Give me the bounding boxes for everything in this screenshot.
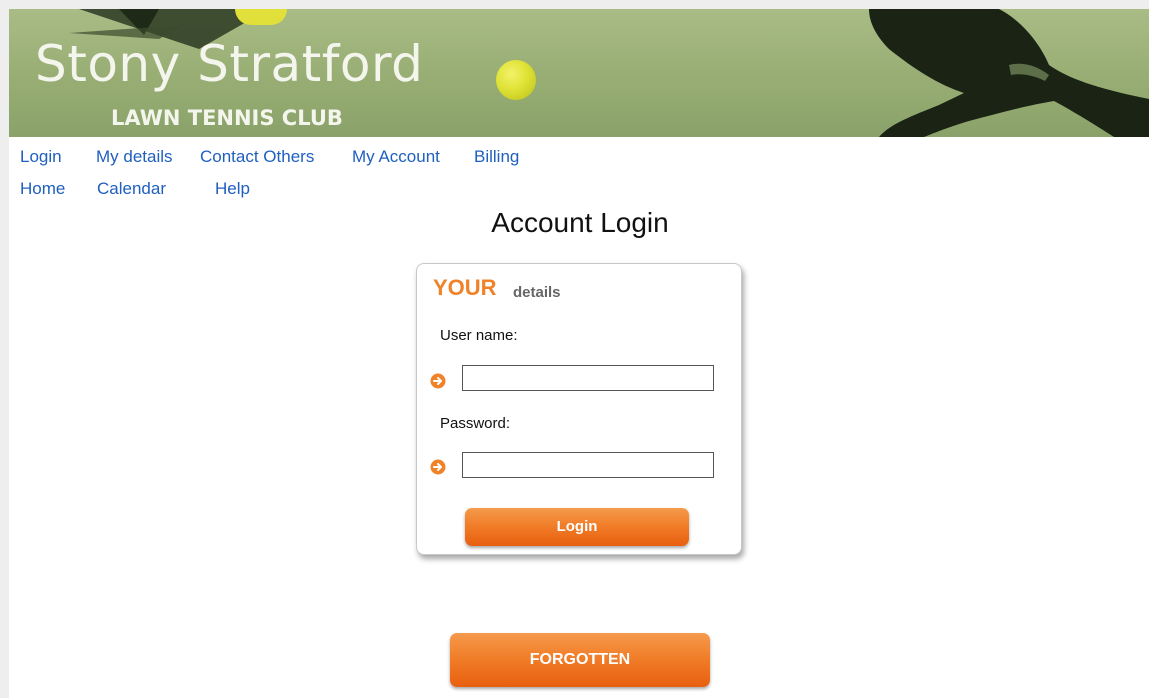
banner-subtitle: LAWN TENNIS CLUB [111,106,343,130]
nav-my-details[interactable]: My details [96,148,173,165]
password-input[interactable] [462,452,714,478]
username-arrow-icon [430,373,446,389]
nav-home[interactable]: Home [20,180,65,197]
password-label: Password: [440,415,511,432]
page-title: Account Login [491,207,669,238]
page: Stony Stratford LAWN TENNIS CLUB Login M… [0,0,1149,698]
username-label: User name: [440,327,518,344]
panel-title-details: details [513,284,561,301]
banner-title: Stony Stratford [35,35,424,93]
username-input[interactable] [462,365,714,391]
login-panel: YOUR details User name: Password: Login [416,263,742,555]
forgotten-button[interactable]: FORGOTTEN [450,633,710,687]
tennis-ball-icon [496,60,536,100]
club-banner: Stony Stratford LAWN TENNIS CLUB [9,9,1149,137]
nav-billing[interactable]: Billing [474,148,519,165]
page-left-edge [0,0,9,698]
login-button[interactable]: Login [465,508,689,546]
nav-login[interactable]: Login [20,148,62,165]
password-arrow-icon [430,459,446,475]
nav-help[interactable]: Help [215,180,250,197]
tennis-ball-partial-icon [235,9,287,25]
nav-calendar[interactable]: Calendar [97,180,166,197]
panel-title-your: YOUR [433,275,497,300]
nav-my-account[interactable]: My Account [352,148,440,165]
page-top-edge [0,0,1149,9]
nav-contact-others[interactable]: Contact Others [200,148,314,165]
